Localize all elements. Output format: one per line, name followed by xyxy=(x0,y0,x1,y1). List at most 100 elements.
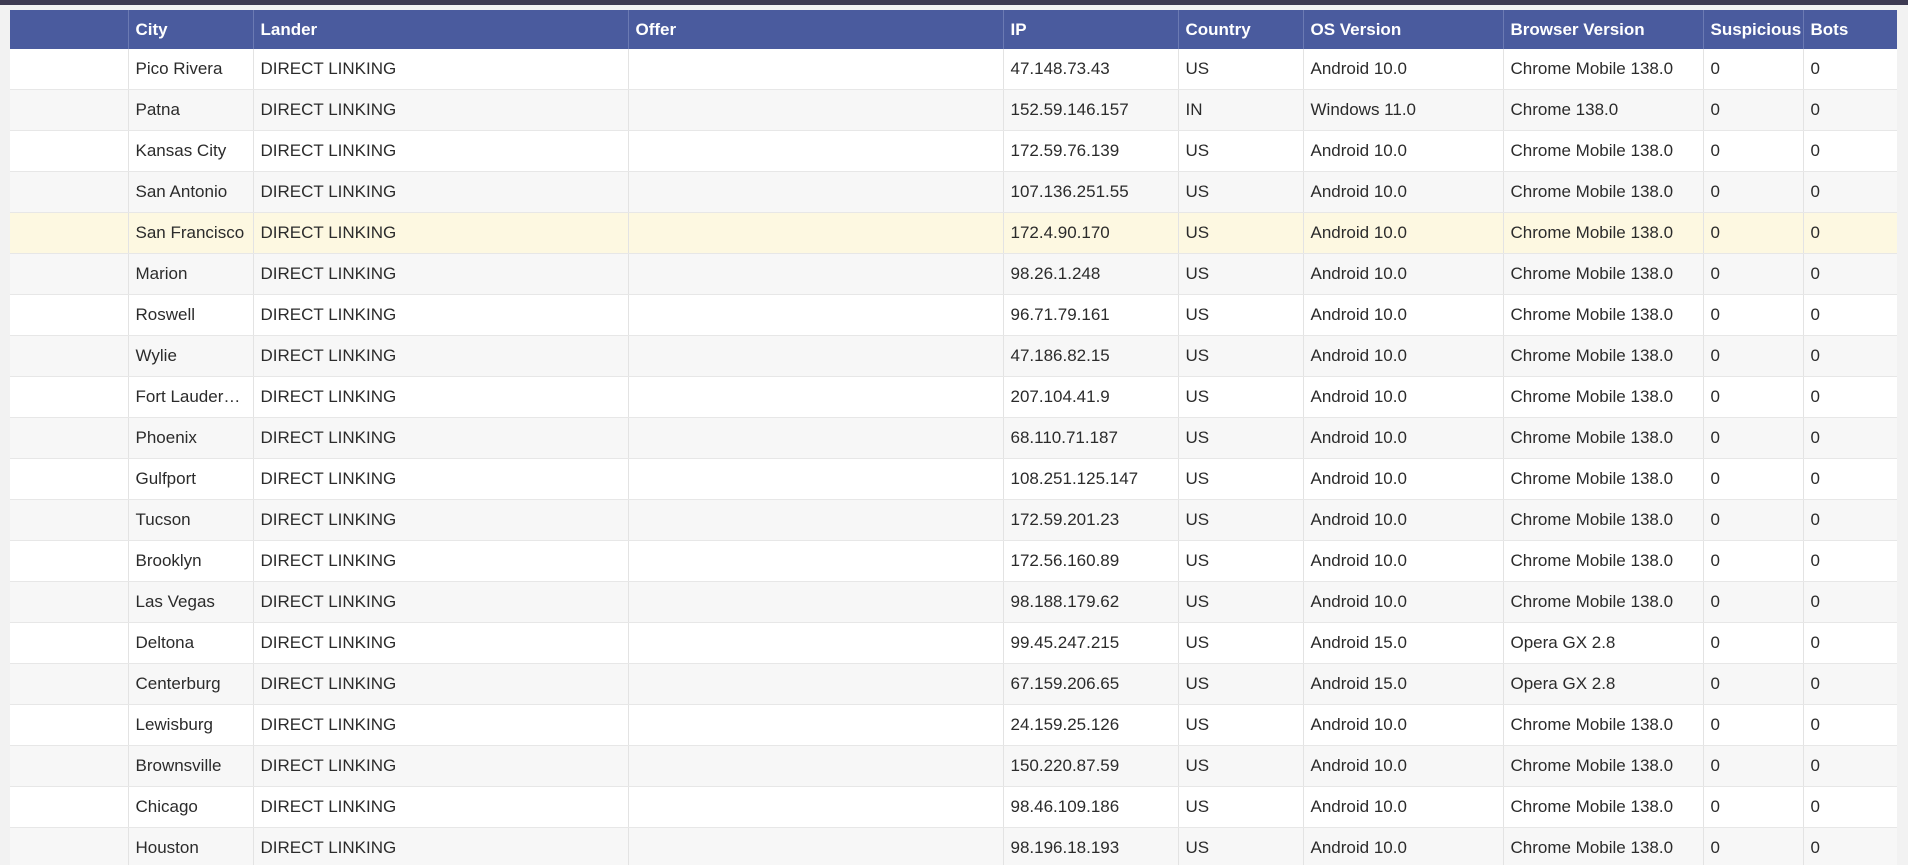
table-row[interactable]: Las Vegas DIRECT LINKING 98.188.179.62 US An… xyxy=(10,581,1897,623)
cell-bots: 0 xyxy=(1803,89,1897,131)
column-header-ip[interactable]: IP xyxy=(1003,10,1179,49)
column-header-lander[interactable]: Lander xyxy=(253,10,629,49)
cell-bots: 0 xyxy=(1803,745,1897,787)
cell-offer xyxy=(628,212,1004,254)
cell-lander: DIRECT LINKING xyxy=(253,294,629,336)
cell-suspicious: 0 xyxy=(1703,540,1804,582)
cell-offer xyxy=(628,376,1004,418)
cell-city: Brooklyn xyxy=(128,540,254,582)
table-row[interactable]: Deltona DIRECT LINKING 99.45.247.215 US Andr… xyxy=(10,622,1897,664)
table-row[interactable]: Centerburg DIRECT LINKING 67.159.206.65 US A… xyxy=(10,663,1897,705)
cell-select[interactable] xyxy=(10,376,129,418)
cell-offer xyxy=(628,294,1004,336)
table-row[interactable]: Brooklyn DIRECT LINKING 172.56.160.89 US And… xyxy=(10,540,1897,582)
table-row[interactable]: Phoenix DIRECT LINKING 68.110.71.187 US Andr… xyxy=(10,417,1897,459)
table-row[interactable]: Pico Rivera DIRECT LINKING 47.148.73.43 US A… xyxy=(10,49,1897,90)
cell-suspicious: 0 xyxy=(1703,581,1804,623)
cell-os-version: Android 15.0 xyxy=(1303,622,1504,664)
cell-suspicious: 0 xyxy=(1703,745,1804,787)
cell-bots: 0 xyxy=(1803,253,1897,295)
table-row[interactable]: Lewisburg DIRECT LINKING 24.159.25.126 US An… xyxy=(10,704,1897,746)
table-row[interactable]: Wylie DIRECT LINKING 47.186.82.15 US Android… xyxy=(10,335,1897,377)
table-row[interactable]: Roswell DIRECT LINKING 96.71.79.161 US Andro… xyxy=(10,294,1897,336)
cell-country: US xyxy=(1178,294,1304,336)
cell-city: Houston xyxy=(128,827,254,865)
cell-ip: 172.59.76.139 xyxy=(1003,130,1179,172)
cell-select[interactable] xyxy=(10,253,129,295)
cell-browser-version: Chrome Mobile 138.0 xyxy=(1503,499,1704,541)
cell-lander: DIRECT LINKING xyxy=(253,49,629,90)
cell-country: US xyxy=(1178,663,1304,705)
cell-os-version: Android 10.0 xyxy=(1303,581,1504,623)
column-header-suspicious[interactable]: Suspicious xyxy=(1703,10,1804,49)
cell-city: Tucson xyxy=(128,499,254,541)
cell-country: US xyxy=(1178,49,1304,90)
cell-bots: 0 xyxy=(1803,540,1897,582)
cell-bots: 0 xyxy=(1803,212,1897,254)
cell-os-version: Android 10.0 xyxy=(1303,540,1504,582)
cell-select[interactable] xyxy=(10,171,129,213)
cell-select[interactable] xyxy=(10,786,129,828)
table-row[interactable]: San Antonio DIRECT LINKING 107.136.251.55 U… xyxy=(10,171,1897,213)
cell-select[interactable] xyxy=(10,827,129,865)
cell-os-version: Android 10.0 xyxy=(1303,376,1504,418)
cell-select[interactable] xyxy=(10,89,129,131)
cell-bots: 0 xyxy=(1803,663,1897,705)
cell-bots: 0 xyxy=(1803,49,1897,90)
cell-bots: 0 xyxy=(1803,376,1897,418)
cell-os-version: Android 10.0 xyxy=(1303,786,1504,828)
cell-select[interactable] xyxy=(10,335,129,377)
cell-select[interactable] xyxy=(10,745,129,787)
cell-lander: DIRECT LINKING xyxy=(253,130,629,172)
cell-lander: DIRECT LINKING xyxy=(253,376,629,418)
cell-select[interactable] xyxy=(10,458,129,500)
cell-select[interactable] xyxy=(10,622,129,664)
table-row[interactable]: San Francisco DIRECT LINKING 172.4.90.170 U… xyxy=(10,212,1897,254)
cell-city: Kansas City xyxy=(128,130,254,172)
table-row[interactable]: Fort Lauderd... DIRECT LINKING 207.104.41.… xyxy=(10,376,1897,418)
table-row[interactable]: Brownsville DIRECT LINKING 150.220.87.59 US… xyxy=(10,745,1897,787)
cell-select[interactable] xyxy=(10,704,129,746)
column-header-country[interactable]: Country xyxy=(1178,10,1304,49)
cell-select[interactable] xyxy=(10,130,129,172)
cell-select[interactable] xyxy=(10,540,129,582)
column-header-city[interactable]: City xyxy=(128,10,254,49)
cell-offer xyxy=(628,540,1004,582)
cell-browser-version: Chrome Mobile 138.0 xyxy=(1503,212,1704,254)
cell-os-version: Android 10.0 xyxy=(1303,212,1504,254)
cell-os-version: Android 15.0 xyxy=(1303,663,1504,705)
cell-select[interactable] xyxy=(10,49,129,90)
cell-os-version: Android 10.0 xyxy=(1303,130,1504,172)
cell-suspicious: 0 xyxy=(1703,499,1804,541)
cell-city: Phoenix xyxy=(128,417,254,459)
table-row[interactable]: Marion DIRECT LINKING 98.26.1.248 US Android… xyxy=(10,253,1897,295)
cell-city: San Francisco xyxy=(128,212,254,254)
table-body: Pico Rivera DIRECT LINKING 47.148.73.43 US A… xyxy=(10,49,1897,865)
cell-suspicious: 0 xyxy=(1703,458,1804,500)
column-header-select[interactable] xyxy=(10,10,129,49)
table-row[interactable]: Kansas City DIRECT LINKING 172.59.76.139 US… xyxy=(10,130,1897,172)
table-row[interactable]: Gulfport DIRECT LINKING 108.251.125.147 US A… xyxy=(10,458,1897,500)
column-header-offer[interactable]: Offer xyxy=(628,10,1004,49)
cell-select[interactable] xyxy=(10,417,129,459)
column-header-os-version[interactable]: OS Version xyxy=(1303,10,1504,49)
cell-select[interactable] xyxy=(10,294,129,336)
column-header-browser-version[interactable]: Browser Version xyxy=(1503,10,1704,49)
cell-offer xyxy=(628,499,1004,541)
cell-browser-version: Chrome Mobile 138.0 xyxy=(1503,786,1704,828)
cell-ip: 150.220.87.59 xyxy=(1003,745,1179,787)
cell-ip: 98.46.109.186 xyxy=(1003,786,1179,828)
cell-country: US xyxy=(1178,171,1304,213)
cell-select[interactable] xyxy=(10,212,129,254)
cell-select[interactable] xyxy=(10,581,129,623)
cell-suspicious: 0 xyxy=(1703,212,1804,254)
table-row[interactable]: Houston DIRECT LINKING 98.196.18.193 US Andr… xyxy=(10,827,1897,865)
table-row[interactable]: Chicago DIRECT LINKING 98.46.109.186 US Andr… xyxy=(10,786,1897,828)
table-row[interactable]: Tucson DIRECT LINKING 172.59.201.23 US Andro… xyxy=(10,499,1897,541)
cell-suspicious: 0 xyxy=(1703,704,1804,746)
cell-select[interactable] xyxy=(10,499,129,541)
column-header-bots[interactable]: Bots xyxy=(1803,10,1897,49)
cell-select[interactable] xyxy=(10,663,129,705)
table-row[interactable]: Patna DIRECT LINKING 152.59.146.157 IN Windo… xyxy=(10,89,1897,131)
cell-browser-version: Chrome 138.0 xyxy=(1503,89,1704,131)
